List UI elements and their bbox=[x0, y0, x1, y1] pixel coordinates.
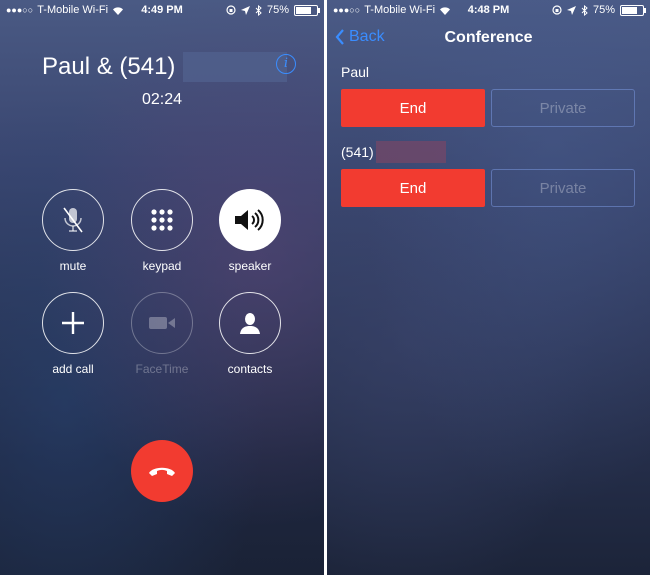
keypad-icon bbox=[151, 209, 173, 231]
conference-screen: ●●●○○ T-Mobile Wi-Fi 4:48 PM 75% Back Co… bbox=[327, 0, 650, 575]
facetime-button bbox=[131, 292, 193, 354]
mute-button[interactable] bbox=[42, 189, 104, 251]
muted-mic-icon bbox=[63, 207, 83, 233]
location-icon bbox=[566, 5, 576, 15]
caller-name: Paul & (541) bbox=[42, 52, 288, 82]
add-call-button[interactable] bbox=[42, 292, 104, 354]
keypad-button[interactable] bbox=[131, 189, 193, 251]
mute-label: mute bbox=[59, 259, 87, 273]
rotation-lock-icon bbox=[226, 5, 236, 15]
add-call-label: add call bbox=[52, 362, 94, 376]
plus-icon bbox=[62, 312, 84, 334]
redacted-number bbox=[375, 141, 446, 163]
battery-percent: 75% bbox=[266, 4, 289, 16]
call-timer: 02:24 bbox=[141, 91, 183, 108]
contacts-button[interactable] bbox=[219, 292, 281, 354]
redacted-number bbox=[183, 52, 288, 82]
location-icon bbox=[240, 5, 250, 15]
bluetooth-icon bbox=[255, 4, 262, 16]
private-participant-button: Private bbox=[491, 89, 635, 127]
person-icon bbox=[240, 313, 260, 334]
participant-name: Paul bbox=[341, 64, 370, 80]
battery-icon bbox=[294, 4, 320, 16]
page-title: Conference bbox=[444, 29, 533, 46]
speaker-button[interactable] bbox=[219, 189, 281, 251]
video-camera-icon bbox=[149, 317, 175, 329]
private-participant-button: Private bbox=[491, 169, 635, 207]
navigation-bar: Back Conference bbox=[327, 20, 650, 56]
status-bar: ●●●○○ T-Mobile Wi-Fi 4:49 PM 75% bbox=[0, 0, 324, 20]
contacts-label: contacts bbox=[227, 362, 273, 376]
keypad-label: keypad bbox=[142, 259, 182, 273]
status-bar: ●●●○○ T-Mobile Wi-Fi 4:48 PM 75% bbox=[327, 0, 650, 20]
participant-name: (541) bbox=[341, 141, 446, 163]
in-call-screen: ●●●○○ T-Mobile Wi-Fi 4:49 PM 75% Paul & … bbox=[0, 0, 324, 575]
bluetooth-icon bbox=[581, 4, 588, 16]
end-participant-button[interactable]: End bbox=[341, 89, 485, 127]
speaker-label: speaker bbox=[228, 259, 272, 273]
phone-hangup-icon bbox=[149, 467, 175, 476]
speaker-icon bbox=[235, 209, 264, 231]
facetime-label: FaceTime bbox=[135, 362, 189, 376]
end-call-button[interactable] bbox=[131, 440, 193, 502]
info-icon[interactable]: i bbox=[276, 54, 296, 74]
end-participant-button[interactable]: End bbox=[341, 169, 485, 207]
rotation-lock-icon bbox=[552, 5, 562, 15]
battery-percent: 75% bbox=[592, 4, 615, 16]
battery-icon bbox=[620, 4, 646, 16]
